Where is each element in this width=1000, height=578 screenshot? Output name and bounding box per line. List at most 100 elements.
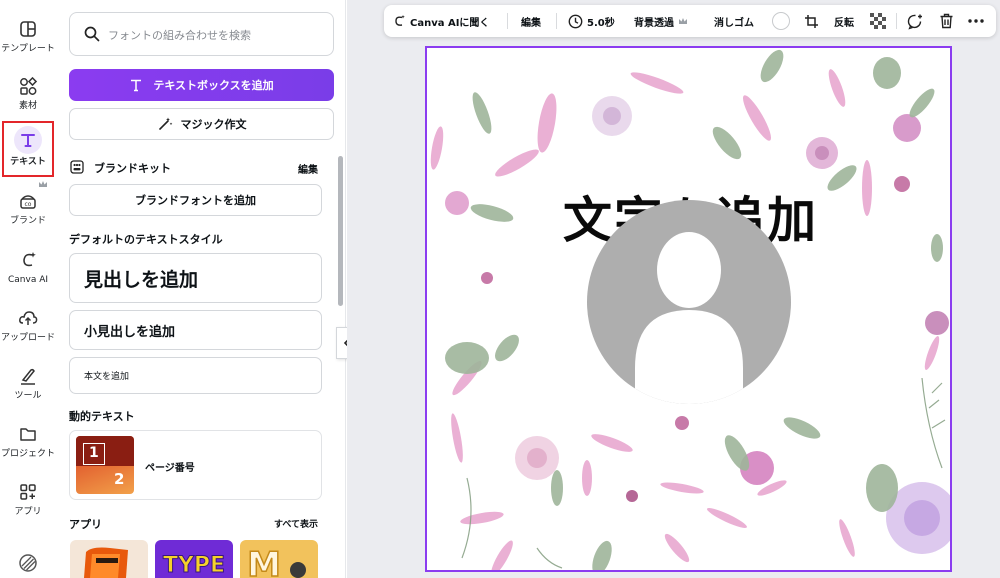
add-subheading-button[interactable]: 小見出しを追加: [69, 310, 322, 350]
more-button[interactable]: [968, 5, 984, 37]
apps-icon: [20, 484, 36, 500]
add-heading-button[interactable]: 見出しを追加: [69, 253, 322, 303]
template-icon: [20, 21, 36, 37]
person-silhouette-icon: [635, 232, 743, 404]
left-rail: テンプレート 素材 テキスト co ブランド Canva AI アップロード ツ…: [0, 0, 56, 578]
clock-icon: [568, 14, 583, 28]
dynamic-text-title: 動的テキスト: [69, 410, 135, 423]
more-dots-icon: [968, 19, 984, 23]
bg-remove-label: 背景透過: [634, 17, 674, 29]
crop-icon: [805, 14, 818, 28]
add-heading-label: 見出しを追加: [84, 268, 199, 291]
rail-item-tools[interactable]: ツール: [0, 361, 56, 415]
apps-title: アプリ: [69, 518, 102, 531]
rail-label: アップロード: [0, 333, 55, 343]
rail-label: テキスト: [10, 157, 46, 167]
search-icon: [84, 26, 100, 42]
delete-button[interactable]: [939, 5, 954, 37]
rail-item-projects[interactable]: プロジェクト: [0, 419, 56, 473]
add-brand-font-label: ブランドフォントを追加: [135, 194, 256, 207]
app-tile-3[interactable]: M: [240, 540, 318, 578]
rail-label: テンプレート: [1, 44, 55, 54]
toolbar-divider: [507, 13, 508, 29]
toolbar-divider: [556, 13, 557, 29]
crop-button[interactable]: [804, 5, 819, 37]
comment-button[interactable]: [907, 5, 924, 37]
trash-icon: [940, 13, 953, 29]
search-input[interactable]: [108, 24, 323, 46]
eraser-button[interactable]: 消しゴム: [714, 5, 754, 37]
design-canvas[interactable]: 文字を追加: [425, 46, 952, 572]
add-textbox-button[interactable]: テキストボックスを追加: [69, 69, 334, 101]
canva-ai-button[interactable]: Canva AIに聞く: [392, 5, 489, 37]
folder-icon: [20, 428, 36, 441]
magic-write-button[interactable]: マジック作文: [69, 108, 334, 140]
svg-text:co: co: [25, 201, 32, 208]
app-tile-2[interactable]: TYPE: [155, 540, 233, 578]
eraser-label: 消しゴム: [714, 17, 754, 29]
add-brand-font-button[interactable]: ブランドフォントを追加: [69, 184, 322, 216]
add-textbox-label: テキストボックスを追加: [153, 79, 274, 92]
rail-label: 素材: [18, 101, 37, 111]
app-thumbnail: M: [246, 544, 306, 578]
brand-kit-title: ブランドキット: [94, 162, 171, 175]
rail-item-brand[interactable]: co ブランド: [0, 186, 56, 240]
show-all-link[interactable]: すべて表示: [274, 517, 318, 530]
rail-label: プロジェクト: [0, 449, 55, 459]
duration-button[interactable]: 5.0秒: [568, 5, 615, 37]
font-search[interactable]: [69, 12, 334, 56]
add-body-button[interactable]: 本文を追加: [69, 357, 322, 394]
duration-label: 5.0秒: [587, 17, 615, 29]
app-thumbnail: [84, 547, 128, 578]
rail-label: ブランド: [9, 216, 46, 226]
add-body-label: 本文を追加: [84, 372, 130, 382]
text-icon-badge: [14, 126, 42, 154]
rail-label: Canva AI: [7, 275, 49, 285]
rail-item-text[interactable]: テキスト: [2, 121, 54, 177]
flip-button[interactable]: 反転: [834, 5, 854, 37]
panel-scrollbar[interactable]: [338, 156, 343, 306]
text-icon: [21, 134, 35, 147]
canva-ai-label: Canva AIに聞く: [410, 17, 490, 29]
thumb-number-1: 1: [89, 445, 99, 461]
rail-item-upload[interactable]: アップロード: [0, 303, 56, 357]
tools-icon: [21, 368, 35, 385]
transparency-button[interactable]: [870, 5, 886, 37]
brand-kit-edit-link[interactable]: 編集: [298, 161, 318, 176]
edit-button[interactable]: 編集: [521, 5, 541, 37]
transparency-icon: [870, 13, 886, 29]
app-tile-1[interactable]: [70, 540, 148, 578]
rail-label: ツール: [14, 391, 42, 401]
bg-remove-button[interactable]: 背景透過: [634, 5, 688, 37]
rail-item-canva-ai[interactable]: Canva AI: [0, 245, 56, 299]
crown-icon: [679, 18, 687, 24]
magic-wand-icon: [158, 117, 172, 130]
magic-media-icon[interactable]: [18, 553, 38, 573]
avatar-placeholder-image[interactable]: [587, 200, 791, 404]
text-t-icon: [131, 79, 142, 92]
page-number-label: ページ番号: [145, 463, 195, 474]
context-toolbar: Canva AIに聞く 編集 5.0秒 背景透過 消しゴム 反転: [384, 5, 996, 37]
app-thumbnail: TYPE: [162, 553, 225, 578]
brand-kit-icon: [70, 160, 84, 174]
edit-label: 編集: [521, 17, 541, 29]
rail-item-apps[interactable]: アプリ: [0, 477, 56, 531]
magic-write-label: マジック作文: [180, 118, 247, 131]
color-swatch-button[interactable]: [772, 5, 790, 37]
comment-add-icon: [907, 14, 922, 30]
add-subheading-label: 小見出しを追加: [84, 324, 176, 340]
flip-label: 反転: [834, 17, 854, 29]
upload-icon: [19, 311, 38, 325]
canva-ai-icon: [395, 15, 405, 26]
page-number-card[interactable]: 1 2 ページ番号: [69, 430, 322, 500]
rail-item-elements[interactable]: 素材: [0, 71, 56, 125]
white-swatch-icon: [772, 12, 790, 30]
toolbar-divider: [896, 13, 897, 29]
elements-icon: [20, 76, 38, 95]
svg-text:TYPE: TYPE: [163, 553, 225, 578]
rail-item-templates[interactable]: テンプレート: [0, 14, 56, 68]
canva-ai-icon: [23, 252, 36, 267]
text-panel: テキストボックスを追加 マジック作文 ブランドキット 編集 ブランドフォントを追…: [56, 0, 346, 578]
svg-text:M: M: [247, 545, 281, 578]
default-styles-title: デフォルトのテキストスタイル: [69, 233, 223, 246]
